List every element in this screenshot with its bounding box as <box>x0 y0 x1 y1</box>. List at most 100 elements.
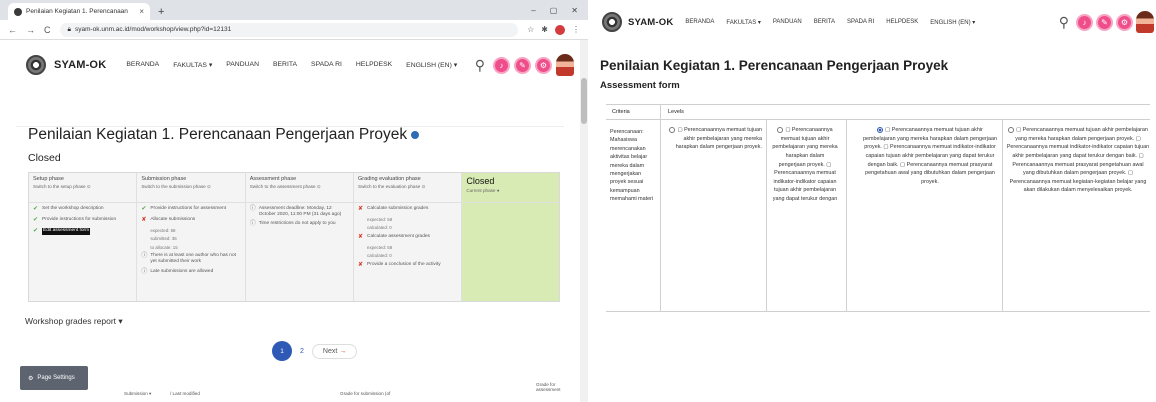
reload-button[interactable]: C <box>44 25 51 35</box>
task-detail: calculated: 0 <box>367 253 392 259</box>
menu-panduan[interactable]: PANDUAN <box>226 61 259 69</box>
chat-icon[interactable]: ✎ <box>514 56 531 74</box>
col-last-modified[interactable]: / Last modified <box>170 391 200 396</box>
scrollbar-thumb[interactable] <box>581 78 587 124</box>
extensions-icon[interactable]: ✱ <box>541 25 548 34</box>
switch-phase-link[interactable]: Switch to the setup phase ⊙ <box>33 184 132 190</box>
bell-icon[interactable]: ♪ <box>493 56 510 74</box>
task-text: Allocate submissions <box>150 216 196 222</box>
tab-close-icon[interactable]: × <box>139 7 144 16</box>
level-option-1[interactable]: ▢ Perencanaannya memuat tujuan akhir pem… <box>664 126 762 152</box>
menu-beranda[interactable]: BERANDA <box>126 61 159 69</box>
level-4-radio[interactable] <box>1008 126 1015 133</box>
task-text: There is at least one author who has not… <box>150 253 236 265</box>
menu-fakultas[interactable]: FAKULTAS ▾ <box>173 61 212 69</box>
menu-helpdesk[interactable]: HELPDESK <box>886 19 918 26</box>
page-2-link[interactable]: 2 <box>300 348 304 355</box>
phase-task[interactable]: ✘ Calculate submission grades <box>358 206 457 214</box>
phase-task[interactable]: ⓘ Time restrictions do not apply to you <box>250 221 349 229</box>
phase-task[interactable]: ✘ Allocate submissions <box>141 217 240 225</box>
site-logo[interactable] <box>602 12 622 32</box>
user-avatar[interactable] <box>1136 11 1154 33</box>
new-tab-button[interactable]: + <box>158 6 164 18</box>
level-option-4[interactable]: ▢ Perencanaannya memuat tujuan akhir pem… <box>1006 126 1150 195</box>
switch-phase-link[interactable]: Switch to the assessment phase ⊙ <box>250 184 349 190</box>
settings-icon[interactable]: ⚙ <box>1116 13 1133 31</box>
switch-phase-link[interactable]: Switch to the evaluation phase ⊙ <box>358 184 457 190</box>
check-icon: ✔ <box>33 227 39 234</box>
search-icon[interactable]: ⚲ <box>1059 14 1069 31</box>
level-option-3[interactable]: ▢ Perencanaannya memuat tujuan akhir pem… <box>862 126 998 186</box>
forward-button[interactable]: → <box>26 25 35 35</box>
phase-header: Grading evaluation phase Switch to the ev… <box>354 173 462 203</box>
phase-task[interactable]: ⓘ There is at least one author who has no… <box>141 253 240 265</box>
col-grade-assessment[interactable]: Grade for assessment <box>536 382 572 392</box>
phase-column: Assessment phase Switch to the assessment… <box>245 173 355 301</box>
col-submission[interactable]: Submission ▾ <box>124 391 151 397</box>
next-page-button[interactable]: Next → <box>311 343 358 359</box>
scrollbar[interactable] <box>580 40 588 402</box>
phase-task[interactable]: ✔ Provide instructions for submission <box>33 217 132 225</box>
menu-language[interactable]: ENGLISH (EN) ▾ <box>930 19 975 26</box>
menu-icon[interactable]: ⋮ <box>572 25 580 34</box>
page-title: Penilaian Kegiatan 1. Perencanaan Penger… <box>600 58 949 73</box>
page-settings-button[interactable]: ⚙ Page Settings <box>20 366 88 390</box>
back-button[interactable]: ← <box>8 25 17 35</box>
switch-phase-link[interactable]: Switch to the submission phase ⊙ <box>141 184 240 190</box>
maximize-button[interactable]: ▢ <box>550 6 558 15</box>
arrow-right-icon: → <box>339 347 347 355</box>
navbar-actions: ⚲ ♪ ✎ ⚙ <box>1059 11 1154 33</box>
menu-beranda[interactable]: BERANDA <box>685 19 714 26</box>
phase-task[interactable]: ✔ Set the workshop description <box>33 206 132 214</box>
task-detail: to allocate: 15 <box>150 244 178 250</box>
settings-icon[interactable]: ⚙ <box>535 56 552 74</box>
grades-report-toggle[interactable]: Workshop grades report ▾ <box>25 316 574 327</box>
menu-panduan[interactable]: PANDUAN <box>773 19 802 26</box>
menu-fakultas[interactable]: FAKULTAS ▾ <box>726 19 760 26</box>
site-logo[interactable] <box>26 55 46 75</box>
minimize-button[interactable]: – <box>531 6 535 15</box>
level-2-radio[interactable] <box>777 126 784 133</box>
close-window-button[interactable]: ✕ <box>571 6 578 15</box>
workshop-phases: Setup phase Switch to the setup phase ⊙ ✔ S… <box>28 172 560 302</box>
profile-icon[interactable] <box>555 24 565 35</box>
phase-task[interactable]: ✘ Provide a conclusion of the activity <box>358 262 457 270</box>
check-icon: ✔ <box>33 206 39 212</box>
url-field[interactable]: 🔒︎ syam-ok.unm.ac.id/mod/workshop/view.p… <box>59 22 519 37</box>
site-brand[interactable]: SYAM-OK <box>628 17 673 28</box>
phase-title: Assessment phase <box>249 176 297 182</box>
page-1-button[interactable]: 1 <box>272 341 292 361</box>
bell-icon[interactable]: ♪ <box>1076 13 1093 31</box>
phase-task[interactable]: ✔ Provide instructions for assessment <box>141 206 240 214</box>
menu-language[interactable]: ENGLISH (EN) ▾ <box>406 61 457 69</box>
menu-berita[interactable]: BERITA <box>273 61 297 69</box>
site-navbar: SYAM-OK BERANDA FAKULTAS ▾ PANDUAN BERIT… <box>0 40 588 90</box>
task-text: Provide a conclusion of the activity <box>367 261 441 267</box>
phase-task[interactable]: ⓘ Late submissions are allowed <box>141 269 240 277</box>
check-icon: ✔ <box>33 216 39 223</box>
phase-header: Assessment phase Switch to the assessment… <box>245 173 354 203</box>
col-grade-submission[interactable]: Grade for submission (of <box>340 391 390 396</box>
phase-task-list: ⓘ Assessment deadline: Monday, 12 October… <box>246 203 353 235</box>
task-detail: expected: 58 <box>367 244 393 250</box>
phase-task[interactable]: ✔ Edit assessment form <box>33 227 132 236</box>
menu-berita[interactable]: BERITA <box>814 19 835 26</box>
screenshot-root: Penilaian Kegiatan 1. Perencanaan × + – … <box>0 0 1156 402</box>
browser-tab[interactable]: Penilaian Kegiatan 1. Perencanaan × <box>8 3 150 20</box>
level-3-radio-selected[interactable] <box>877 126 884 133</box>
main-content: Penilaian Kegiatan 1. Perencanaan Penger… <box>0 126 588 361</box>
level-1-radio[interactable] <box>669 126 676 133</box>
menu-helpdesk[interactable]: HELPDESK <box>356 61 392 69</box>
menu-spada-ri[interactable]: SPADA RI <box>311 61 342 69</box>
user-avatar[interactable] <box>556 54 574 76</box>
menu-spada-ri[interactable]: SPADA RI <box>847 19 874 26</box>
level-option-2[interactable]: ▢ Perencanaannya memuat tujuan akhir pem… <box>772 126 838 204</box>
site-brand[interactable]: SYAM-OK <box>54 59 106 71</box>
star-icon[interactable]: ☆ <box>527 25 534 34</box>
task-text: Calculate assessment grades <box>367 233 430 239</box>
phase-task[interactable]: ⓘ Assessment deadline: Monday, 12 October… <box>250 206 349 218</box>
help-icon[interactable] <box>411 131 420 139</box>
phase-task[interactable]: ✘ Calculate assessment grades <box>358 234 457 242</box>
search-icon[interactable]: ⚲ <box>475 57 485 74</box>
chat-icon[interactable]: ✎ <box>1096 13 1113 31</box>
